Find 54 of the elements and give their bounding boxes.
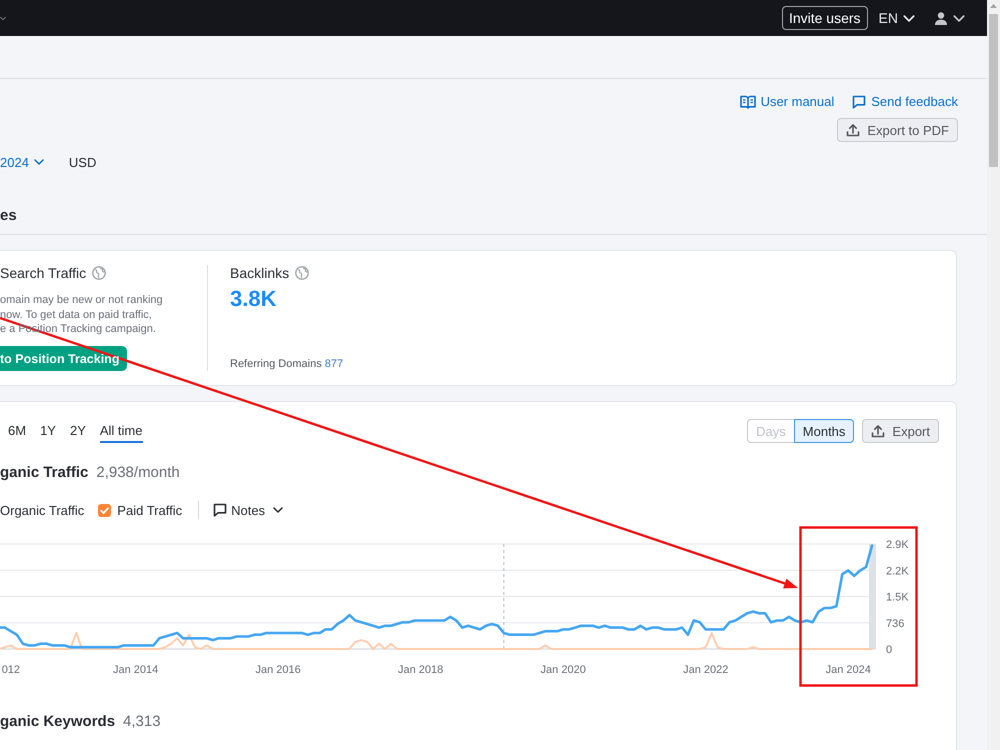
- period-tab[interactable]: 1Y: [40, 419, 56, 443]
- book-icon: [740, 94, 756, 108]
- axis-label: 0: [886, 644, 892, 656]
- globe-icon: [92, 266, 106, 280]
- comment-icon: [852, 94, 866, 108]
- keywords-total: 4,313: [123, 713, 161, 731]
- chevron-icon: [34, 159, 44, 165]
- chart-title: ganic Traffic: [0, 464, 88, 482]
- export-pdf-button[interactable]: Export to PDF: [837, 118, 958, 142]
- period-tab[interactable]: 6M: [8, 419, 26, 443]
- scrollbar[interactable]: [987, 0, 1000, 750]
- axis-label: 1.5K: [886, 592, 909, 604]
- period-tab[interactable]: All time: [100, 419, 142, 443]
- upload-icon: [846, 123, 860, 137]
- traffic-total: 2,938/month: [96, 464, 180, 482]
- card-title: Search Traffic: [0, 265, 86, 281]
- referring-domains-text: Referring Domains 877: [230, 357, 344, 371]
- axis-label: Jan 2020: [540, 664, 586, 676]
- axis-label: Jan 2018: [398, 664, 444, 676]
- user-manual-link[interactable]: User manual: [740, 93, 834, 110]
- notes-button[interactable]: Notes: [213, 501, 284, 519]
- legend-label: Paid Traffic: [117, 502, 182, 518]
- axis-label: 012: [2, 664, 20, 676]
- granularity-toggle[interactable]: Months: [794, 419, 854, 443]
- chevron-icon: [0, 16, 6, 20]
- backlinks-value: 3.8K: [230, 287, 276, 311]
- chevron-icon: [903, 14, 915, 22]
- card-title: Backlinks: [230, 265, 290, 281]
- scrollbar-thumb[interactable]: [989, 14, 998, 167]
- globe-icon: [295, 266, 310, 280]
- section-heading: ganic Keywords: [0, 713, 116, 731]
- user-icon: [935, 12, 947, 24]
- axis-label: Jan 2024: [826, 664, 871, 676]
- axis-label: Jan 2022: [683, 664, 728, 676]
- period-tab[interactable]: 2Y: [70, 419, 86, 443]
- currency-label: USD: [68, 154, 96, 170]
- export-button[interactable]: Export: [862, 419, 939, 443]
- arrow-up-icon: [990, 4, 997, 8]
- axis-label: Jan 2014: [112, 664, 158, 676]
- legend-label: Organic Traffic: [0, 502, 84, 518]
- axis-label: 2.2K: [886, 565, 909, 578]
- section-title: es: [0, 207, 17, 225]
- invite-users-button[interactable]: Invite users: [782, 6, 868, 30]
- upload-icon: [871, 424, 886, 438]
- paid-traffic-checkbox[interactable]: [98, 504, 112, 516]
- date-picker[interactable]: 2024: [0, 154, 44, 170]
- chevron-icon: [273, 507, 284, 513]
- comment-icon: [213, 503, 228, 517]
- axis-label: Jan 2016: [256, 664, 301, 676]
- chevron-icon: [953, 14, 965, 22]
- send-feedback-link[interactable]: Send feedback: [852, 93, 958, 110]
- axis-label: 2.9K: [886, 539, 909, 551]
- language-selector[interactable]: EN: [878, 6, 915, 30]
- axis-label: 736: [886, 618, 904, 630]
